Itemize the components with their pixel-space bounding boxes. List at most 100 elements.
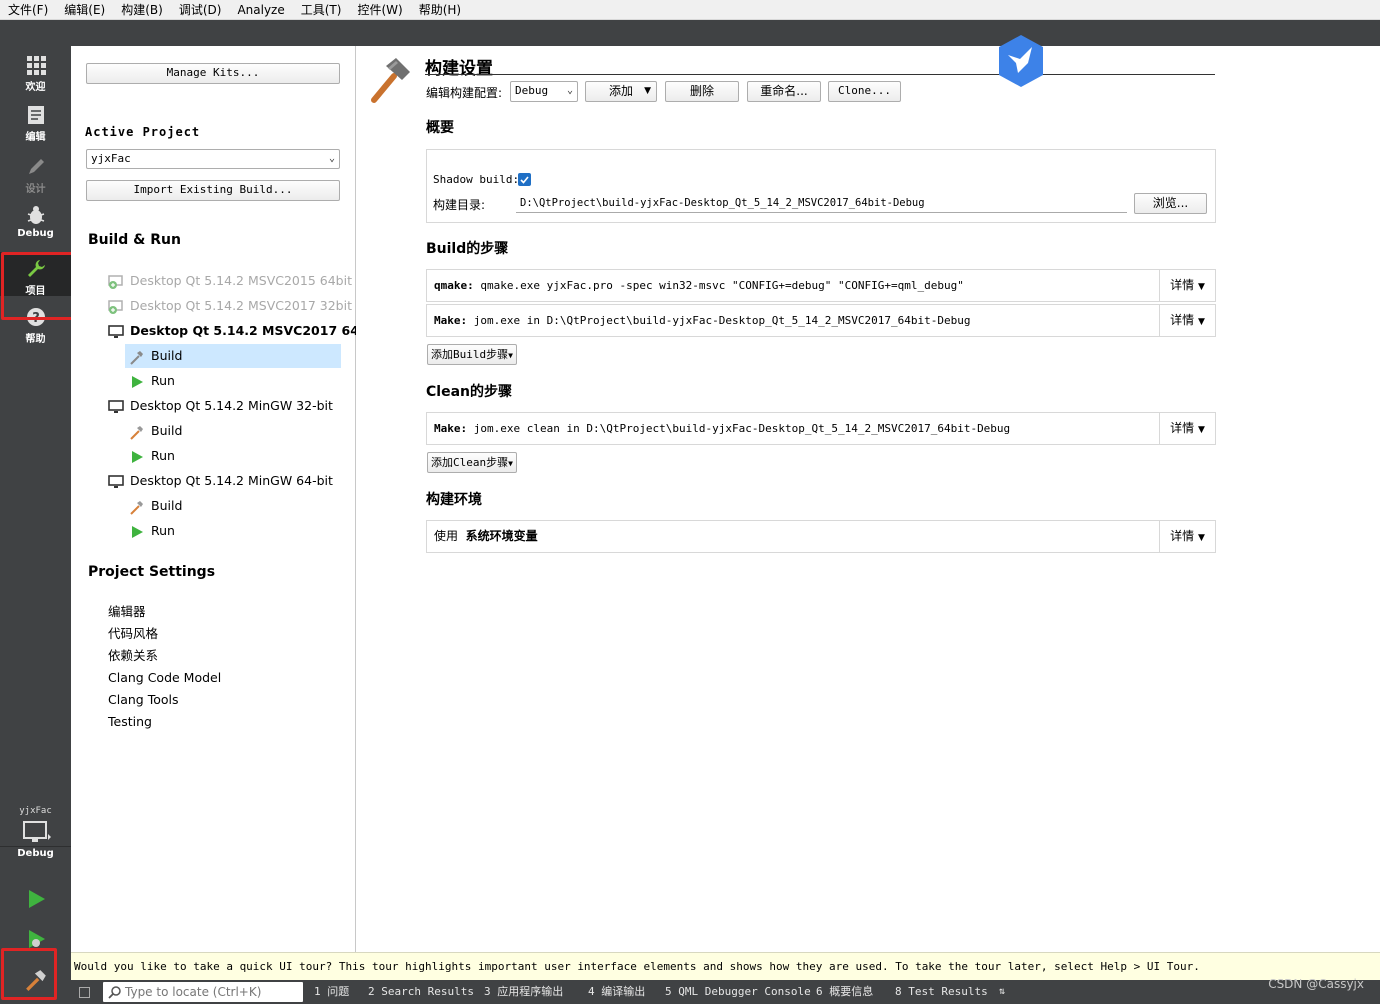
watermark: CSDN @Cassyjx	[1268, 977, 1364, 991]
output-tab-test-results[interactable]: 8 Test Results	[895, 980, 988, 1004]
run-label: Run	[151, 448, 175, 463]
import-existing-build-button[interactable]: Import Existing Build...	[86, 180, 340, 201]
settings-item-editor[interactable]: 编辑器	[108, 601, 146, 623]
kit-item[interactable]: Desktop Qt 5.14.2 MinGW 32-bit	[108, 394, 333, 418]
build-dir-label: 构建目录:	[433, 198, 486, 212]
run-label: Run	[151, 373, 175, 388]
kit-selector[interactable]: yjxFac Debug	[0, 806, 71, 876]
menu-controls[interactable]: 控件(W)	[349, 0, 410, 20]
menu-edit[interactable]: 编辑(E)	[56, 0, 113, 20]
delete-config-button[interactable]: 删除	[665, 81, 739, 102]
mode-projects[interactable]: 项目	[0, 252, 71, 297]
settings-item-code-style[interactable]: 代码风格	[108, 623, 158, 645]
chevron-down-icon: ⌄	[328, 153, 335, 164]
settings-item-testing[interactable]: Testing	[108, 711, 152, 733]
active-project-title: Active Project	[85, 125, 201, 139]
kit-item[interactable]: Desktop Qt 5.14.2 MinGW 64-bit	[108, 469, 333, 493]
menu-help[interactable]: 帮助(H)	[411, 0, 469, 20]
manage-kits-button[interactable]: Manage Kits...	[86, 63, 340, 84]
page-title: 构建设置	[425, 59, 493, 79]
toggle-sidebar-icon[interactable]	[79, 987, 90, 998]
monitor-add-icon	[108, 274, 123, 289]
menu-analyze[interactable]: Analyze	[229, 0, 292, 20]
settings-item-clang-code-model[interactable]: Clang Code Model	[108, 667, 221, 689]
toolbar-strip	[0, 20, 1380, 46]
locator-placeholder: Type to locate (Ctrl+K)	[125, 985, 262, 999]
build-step-tool: qmake:	[434, 279, 474, 292]
bug-icon	[27, 206, 44, 224]
help-icon: ?	[26, 308, 45, 326]
browse-button[interactable]: 浏览...	[1134, 193, 1207, 214]
build-settings-hammer-icon	[371, 58, 410, 103]
menu-file[interactable]: 文件(F)	[0, 0, 56, 20]
shadow-build-checkbox[interactable]	[518, 173, 531, 186]
mode-design[interactable]: 设计	[0, 156, 71, 200]
mode-debug[interactable]: Debug	[0, 204, 71, 248]
add-build-step-button[interactable]: 添加Build步骤▼	[427, 344, 517, 365]
output-tab-compile-output[interactable]: 4 编译输出	[588, 980, 645, 1004]
locator-input[interactable]: Type to locate (Ctrl+K)	[103, 982, 303, 1002]
clean-step-text: Make: jom.exe clean in D:\QtProject\buil…	[434, 413, 1010, 444]
settings-item-dependencies[interactable]: 依赖关系	[108, 645, 158, 667]
kit-run-item[interactable]: Run	[129, 444, 175, 468]
kit-run-item[interactable]: Run	[129, 369, 175, 393]
clone-config-button[interactable]: Clone...	[828, 81, 901, 102]
up-down-arrows-icon[interactable]: ⇅	[999, 980, 1005, 1004]
build-button[interactable]	[0, 962, 71, 1000]
clean-steps-heading: Clean的步骤	[426, 384, 512, 400]
ui-tour-banner[interactable]: Would you like to take a quick UI tour? …	[71, 952, 1380, 980]
add-clean-step-label: 添加Clean步骤	[431, 456, 509, 469]
menu-tools[interactable]: 工具(T)	[293, 0, 350, 20]
menu-debug[interactable]: 调试(D)	[171, 0, 230, 20]
kit-build-item[interactable]: Build	[129, 419, 182, 443]
kit-run-item[interactable]: Run	[129, 519, 175, 543]
kit-item-active[interactable]: Desktop Qt 5.14.2 MSVC2017 64...	[108, 319, 373, 343]
output-tab-search-results[interactable]: 2 Search Results	[368, 980, 474, 1004]
build-dir-input[interactable]: D:\QtProject\build-yjxFac-Desktop_Qt_5_1…	[516, 193, 1127, 213]
build-step-command: jom.exe in D:\QtProject\build-yjxFac-Des…	[473, 314, 971, 327]
build-label: Build	[151, 498, 183, 513]
mode-help[interactable]: ? 帮助	[0, 306, 71, 350]
settings-item-clang-tools[interactable]: Clang Tools	[108, 689, 178, 711]
output-tab-qml-debugger-console[interactable]: 5 QML Debugger Console	[665, 980, 811, 1004]
active-project-combo[interactable]: yjxFac ⌄	[86, 149, 340, 169]
clean-step-command: jom.exe clean in D:\QtProject\build-yjxF…	[473, 422, 1011, 435]
details-button[interactable]: 详情 ▼	[1159, 270, 1215, 301]
kit-item-disabled[interactable]: Desktop Qt 5.14.2 MSVC2017 32bit	[108, 294, 352, 318]
details-button[interactable]: 详情 ▼	[1159, 305, 1215, 336]
kit-build-item[interactable]: Build	[129, 494, 182, 518]
rename-config-button[interactable]: 重命名...	[747, 81, 821, 102]
clean-step-make: Make: jom.exe clean in D:\QtProject\buil…	[426, 412, 1216, 445]
mode-welcome[interactable]: 欢迎	[0, 54, 71, 98]
add-clean-step-button[interactable]: 添加Clean步骤▼	[427, 452, 517, 473]
build-env-prefix: 使用	[434, 529, 459, 543]
build-steps-heading: Build的步骤	[426, 241, 509, 257]
output-tab-general-messages[interactable]: 6 概要信息	[816, 980, 873, 1004]
mode-projects-label: 项目	[25, 286, 46, 297]
chevron-down-icon: ⌄	[566, 85, 573, 96]
edit-config-label: 编辑构建配置:	[426, 86, 503, 100]
add-build-step-label: 添加Build步骤	[431, 348, 509, 361]
debug-run-button[interactable]	[0, 928, 71, 958]
menu-build[interactable]: 构建(B)	[113, 0, 171, 20]
details-button[interactable]: 详情 ▼	[1159, 413, 1215, 444]
build-label: Build	[151, 348, 183, 363]
title-underline	[425, 74, 1215, 75]
build-step-text: qmake: qmake.exe yjxFac.pro -spec win32-…	[434, 270, 964, 301]
output-tab-issues[interactable]: 1 问题	[314, 980, 349, 1004]
kit-item-disabled[interactable]: Desktop Qt 5.14.2 MSVC2015 64bit	[108, 269, 352, 293]
build-step-tool: Make:	[434, 314, 468, 327]
play-icon	[132, 375, 143, 388]
grid-icon	[26, 56, 46, 75]
run-button[interactable]	[0, 888, 71, 918]
output-tab-app-output[interactable]: 3 应用程序输出	[484, 980, 563, 1004]
kit-build-item-selected[interactable]: Build	[125, 344, 341, 368]
add-config-button[interactable]: 添加 ▼	[585, 81, 657, 102]
triangle-down-icon: ▼	[1197, 425, 1205, 435]
build-env-row: 使用 系统环境变量 详情 ▼	[426, 520, 1216, 553]
hammer-icon	[130, 350, 143, 365]
details-button[interactable]: 详情 ▼	[1159, 521, 1215, 552]
config-combo[interactable]: Debug ⌄	[510, 81, 578, 102]
mode-edit[interactable]: 编辑	[0, 104, 71, 148]
kit-item-label: Desktop Qt 5.14.2 MSVC2017 32bit	[130, 298, 352, 313]
